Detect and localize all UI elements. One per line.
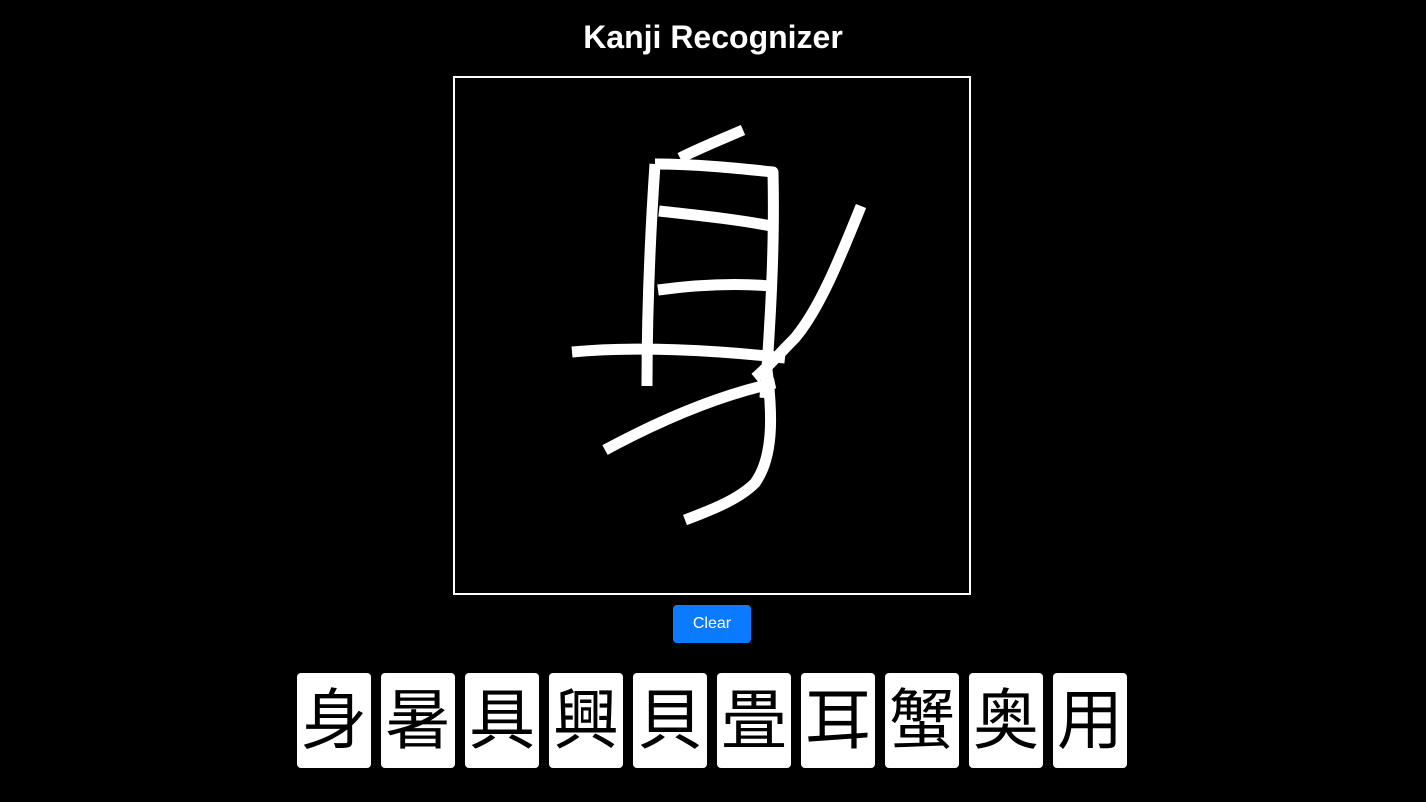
- stroke-long-horizontal: [571, 343, 786, 364]
- candidate-kanji[interactable]: 暑: [381, 673, 455, 768]
- candidate-kanji[interactable]: 興: [549, 673, 623, 768]
- candidate-kanji[interactable]: 身: [297, 673, 371, 768]
- candidate-kanji[interactable]: 奥: [969, 673, 1043, 768]
- stroke-left-sweep: [602, 377, 777, 455]
- stroke-inner-line-1: [658, 205, 773, 232]
- drawn-strokes: [571, 124, 867, 526]
- stroke-top-tick: [677, 124, 746, 163]
- page-title: Kanji Recognizer: [583, 19, 843, 55]
- candidate-list: 身 暑 具 興 貝 畳 耳 蟹 奥 用: [297, 673, 1129, 769]
- clear-button[interactable]: Clear: [673, 605, 751, 643]
- candidate-kanji[interactable]: 具: [465, 673, 539, 768]
- candidate-kanji[interactable]: 用: [1053, 673, 1127, 768]
- drawing-canvas[interactable]: [453, 76, 971, 595]
- stroke-inner-line-2: [657, 279, 772, 296]
- kanji-recognizer-app: Kanji Recognizer Clear 身 暑 具 興 貝 畳 耳 蟹 奥: [0, 0, 1426, 802]
- candidate-kanji[interactable]: 蟹: [885, 673, 959, 768]
- candidate-kanji[interactable]: 耳: [801, 673, 875, 768]
- candidate-kanji[interactable]: 貝: [633, 673, 707, 768]
- candidate-kanji[interactable]: 畳: [717, 673, 791, 768]
